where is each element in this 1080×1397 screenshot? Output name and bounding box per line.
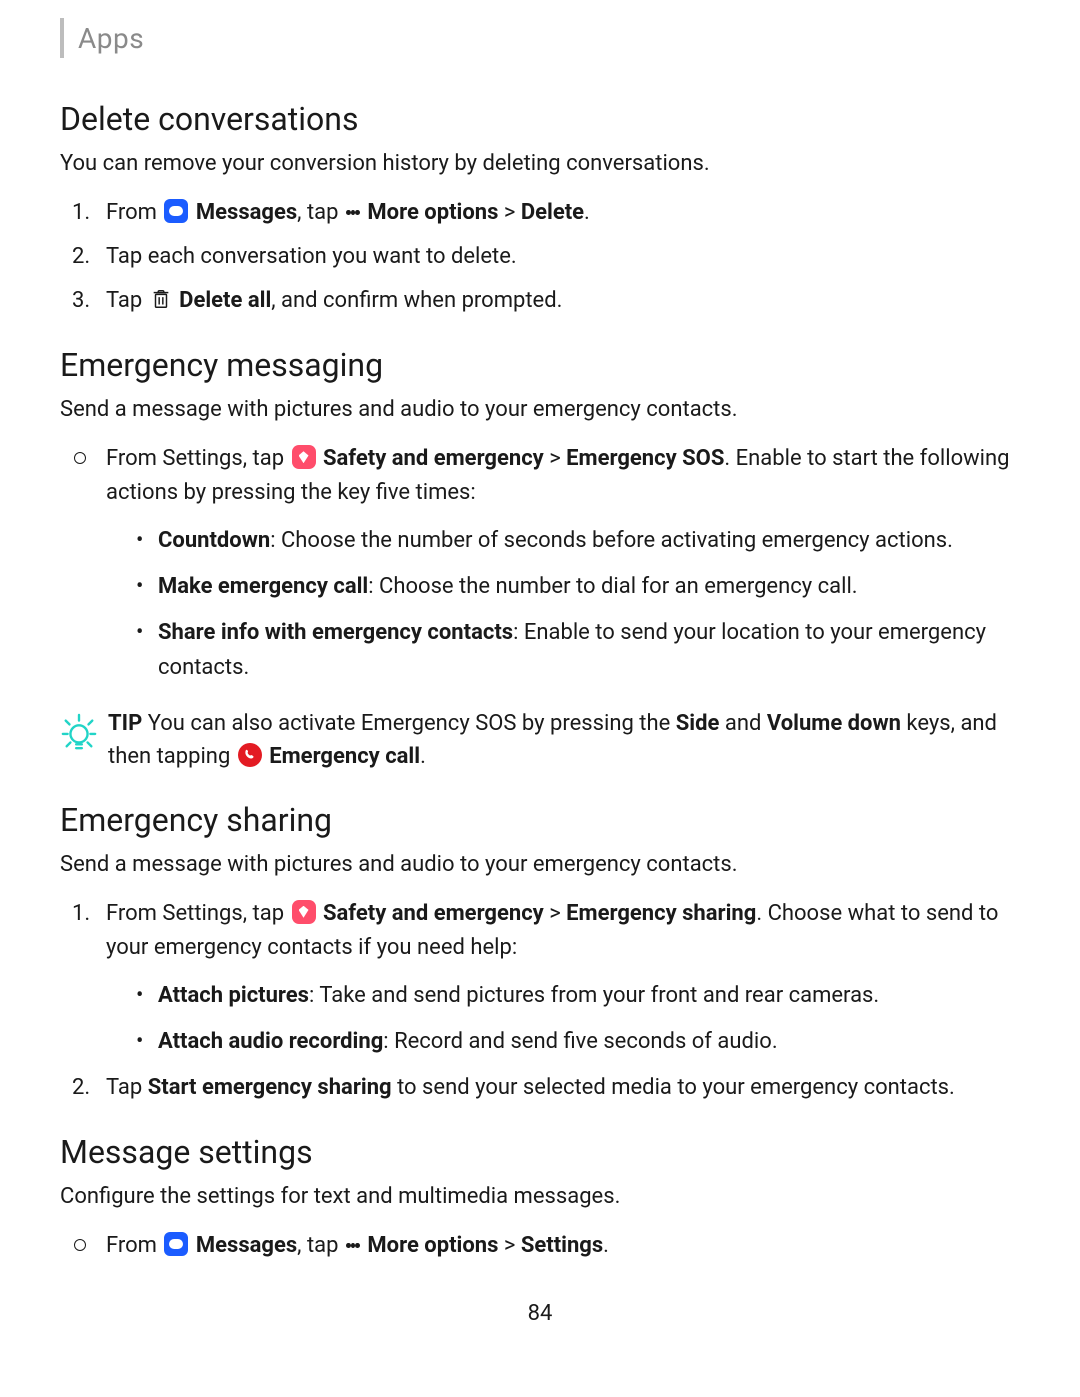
page-header: Apps — [60, 18, 1020, 58]
tip-block: TIP You can also activate Emergency SOS … — [60, 707, 1020, 773]
text: From Settings, tap — [106, 446, 290, 471]
text: : Choose the number to dial for an emerg… — [368, 574, 857, 599]
delete-label: Delete — [521, 200, 584, 225]
safety-label: Safety and emergency — [323, 446, 544, 471]
messages-label: Messages — [196, 1233, 297, 1258]
sub-item: Share info with emergency contacts: Enab… — [146, 616, 1020, 684]
text: Tap — [106, 288, 148, 313]
attach-audio-label: Attach audio recording — [158, 1029, 383, 1054]
emergency-sos-label: Emergency SOS — [566, 446, 724, 471]
text: : Choose the number of seconds before ac… — [270, 528, 953, 553]
text: . — [584, 200, 590, 225]
page-number: 84 — [60, 1301, 1020, 1326]
emergency-call-icon — [238, 743, 262, 767]
text: , and confirm when prompted. — [271, 288, 562, 313]
delete-all-label: Delete all — [179, 288, 271, 313]
emergency-call-label: Emergency call — [269, 744, 420, 769]
more-options-icon — [346, 200, 360, 224]
attach-pictures-label: Attach pictures — [158, 983, 309, 1008]
header-accent-bar — [60, 18, 64, 58]
text: Tap — [106, 1075, 148, 1100]
more-options-label: More options — [367, 1233, 498, 1258]
text: > — [544, 446, 566, 471]
text: , tap — [297, 200, 344, 225]
volume-down-label: Volume down — [767, 711, 901, 736]
section-intro: You can remove your conversion history b… — [60, 148, 1020, 180]
steps-list: From Messages, tap More options > Delete… — [60, 196, 1020, 318]
text: > — [498, 1233, 520, 1258]
bullet-list: From Messages, tap More options > Settin… — [60, 1229, 1020, 1263]
sub-item: Countdown: Choose the number of seconds … — [146, 524, 1020, 558]
text: to send your selected media to your emer… — [392, 1075, 955, 1100]
text: From Settings, tap — [106, 901, 290, 926]
text: . — [603, 1233, 609, 1258]
step-item: From Settings, tap Safety and emergency … — [88, 897, 1020, 1059]
tip-label: TIP — [108, 711, 142, 736]
text: : Take and send pictures from your front… — [309, 983, 879, 1008]
messages-icon — [164, 199, 188, 223]
safety-icon — [292, 900, 316, 924]
bullet-list: From Settings, tap Safety and emergency … — [60, 442, 1020, 685]
text: From — [106, 1233, 162, 1258]
safety-label: Safety and emergency — [323, 901, 544, 926]
section-title-emergency-sharing: Emergency sharing — [60, 801, 1020, 839]
steps-list: From Settings, tap Safety and emergency … — [60, 897, 1020, 1105]
text: From — [106, 200, 162, 225]
safety-icon — [292, 445, 316, 469]
trash-icon — [150, 287, 172, 311]
text: > — [544, 901, 566, 926]
section-title-emergency-messaging: Emergency messaging — [60, 346, 1020, 384]
sub-list: Attach pictures: Take and send pictures … — [106, 979, 1020, 1059]
countdown-label: Countdown — [158, 528, 270, 553]
text: You can also activate Emergency SOS by p… — [142, 711, 676, 736]
section-intro: Send a message with pictures and audio t… — [60, 849, 1020, 881]
emergency-sharing-label: Emergency sharing — [566, 901, 756, 926]
sub-item: Make emergency call: Choose the number t… — [146, 570, 1020, 604]
tip-text: TIP You can also activate Emergency SOS … — [108, 707, 1020, 773]
section-title-message-settings: Message settings — [60, 1133, 1020, 1171]
more-options-icon — [346, 1233, 360, 1257]
messages-icon — [164, 1232, 188, 1256]
more-options-label: More options — [367, 200, 498, 225]
settings-label: Settings — [521, 1233, 603, 1258]
step-item: Tap Delete all, and confirm when prompte… — [88, 284, 1020, 318]
text: > — [498, 200, 520, 225]
section-title-delete-conversations: Delete conversations — [60, 100, 1020, 138]
side-key-label: Side — [676, 711, 720, 736]
section-intro: Configure the settings for text and mult… — [60, 1181, 1020, 1213]
bullet-item: From Messages, tap More options > Settin… — [88, 1229, 1020, 1263]
step-item: From Messages, tap More options > Delete… — [88, 196, 1020, 230]
sub-item: Attach audio recording: Record and send … — [146, 1025, 1020, 1059]
tip-lightbulb-icon — [60, 711, 98, 753]
text: and — [719, 711, 766, 736]
step-item: Tap Start emergency sharing to send your… — [88, 1071, 1020, 1105]
text: , tap — [297, 1233, 344, 1258]
text: . — [420, 744, 426, 769]
make-call-label: Make emergency call — [158, 574, 368, 599]
start-sharing-label: Start emergency sharing — [148, 1075, 392, 1100]
sub-list: Countdown: Choose the number of seconds … — [106, 524, 1020, 684]
text: : Record and send five seconds of audio. — [383, 1029, 777, 1054]
share-info-label: Share info with emergency contacts — [158, 620, 513, 645]
messages-label: Messages — [196, 200, 297, 225]
header-label: Apps — [78, 22, 144, 55]
bullet-item: From Settings, tap Safety and emergency … — [88, 442, 1020, 685]
step-item: Tap each conversation you want to delete… — [88, 240, 1020, 274]
section-intro: Send a message with pictures and audio t… — [60, 394, 1020, 426]
sub-item: Attach pictures: Take and send pictures … — [146, 979, 1020, 1013]
